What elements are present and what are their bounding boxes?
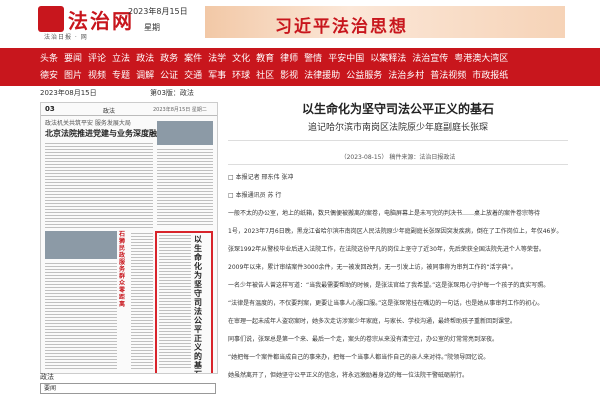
nav-item[interactable]: 普法视频 [430,68,466,81]
site-header: 法治网 法治日报 · 网 2023年8月15日 星期 习近平法治思想 [0,0,600,48]
nav-item[interactable]: 律师 [280,51,298,64]
page-number: 03 [45,105,55,113]
text-column[interactable] [157,149,213,227]
date-bar: 2023年08月15日 第03版：政法 [40,88,560,98]
article-paragraph: “法律是有温度的，不仅要判案，更要让当事人心服口服。”这是张琛常挂在嘴边的一句话… [228,300,544,307]
banner[interactable]: 习近平法治思想 [205,6,565,38]
banner-text: 习近平法治思想 [275,17,408,37]
nav-item[interactable]: 社区 [256,68,274,81]
article-subtitle: 追记哈尔滨市南岗区法院原少年庭副庭长张琛 [307,123,488,133]
nav-item[interactable]: 环球 [232,68,250,81]
nav-item[interactable]: 平安中国 [328,51,364,64]
article-paragraph: 2009年以来，累计审结案件3000余件，无一被发回改判，无一引发上访，被同事称… [228,264,517,271]
page-section-title: 政法 [103,108,116,115]
nav-item[interactable]: 德安 [40,68,58,81]
article-paragraph: “她把每一个案件都当成自己的事来办，把每一个当事人都当作自己的亲人来对待。”院领… [228,354,490,361]
main-nav: 头条 要闻 评论 立法 政法 政务 案件 法学 文化 教育 律师 警情 平安中国 以案释法 法治宣传 粤港澳大… [0,48,600,86]
page-date: 2023年8月15日 星期二 [153,107,207,113]
news-photo[interactable] [157,121,213,145]
divider [228,164,568,165]
text-column[interactable] [45,263,117,369]
nav-row-2: 德安 图片 视频 专题 调解 公证 交通 军事 环球 社区 影视 法律援助 公益服务 法治乡村 普法视频 市政… [40,68,580,81]
text-column[interactable] [131,233,153,369]
nav-item[interactable]: 评论 [88,51,106,64]
nav-item[interactable]: 公证 [160,68,178,81]
logo-icon[interactable] [38,6,64,32]
nav-item[interactable]: 教育 [256,51,274,64]
nav-item[interactable]: 调解 [136,68,154,81]
article-title: 以生命化为坚守司法公平正义的基石 [301,102,494,116]
header-weekday: 星期 [144,23,160,32]
nav-item[interactable]: 市政报纸 [472,68,508,81]
article-paragraph: 张琛1992年从警校毕业后进入法院工作，在法院这份平凡的岗位上坚守了近30年，先… [228,246,545,253]
article-paragraph: 在审理一起未成年人盗窃案时，她多次走访涉案少年家庭，与家长、学校沟通，最终帮助孩… [228,318,517,325]
section-label: 政法 [40,373,54,381]
article-meta: （2023-08-15） 稿件来源：法治日报政法 [340,154,456,161]
nav-item[interactable]: 法律援助 [304,68,340,81]
nav-item[interactable]: 专题 [112,68,130,81]
nav-item[interactable]: 影视 [280,68,298,81]
text-column[interactable] [45,143,153,228]
nav-item[interactable]: 头条 [40,51,58,64]
nav-item[interactable]: 立法 [112,51,130,64]
nav-item[interactable]: 交通 [184,68,202,81]
vertical-headline[interactable]: 石狮民政服务群众零距离 [119,231,129,308]
paper-headline-main[interactable]: 北京法院推进党建与业务深度融合 [45,128,165,139]
nav-item[interactable]: 文化 [232,51,250,64]
article-paragraph: 一名少年被告人曾这样写道：“当我最需要帮助的时候，是张法官给了我希望。”这是张琛… [228,282,550,289]
divider [228,140,568,141]
nav-item[interactable]: 政法 [136,51,154,64]
page-label: 第03版：政法 [150,89,194,97]
header-date: 2023年8月15日 [128,7,188,16]
nav-item[interactable]: 图片 [64,68,82,81]
selected-article-highlight[interactable] [155,231,213,373]
nav-item[interactable]: 以案释法 [370,51,406,64]
site-logo[interactable]: 法治网 [68,5,134,34]
nav-item[interactable]: 公益服务 [346,68,382,81]
article-paragraph: □ 本报通讯员 苏 行 [228,192,282,199]
section-select[interactable]: 要闻 [40,383,216,394]
news-photo[interactable] [45,231,117,259]
nav-item[interactable]: 法治宣传 [412,51,448,64]
article-paragraph: 同事们说，张琛总是第一个来、最后一个走，案头的卷宗从来没有清空过，办公室的灯常常… [228,336,499,343]
paper-headline-small[interactable]: 政法机关共筑平安 服务发展大局 [45,118,131,127]
nav-item[interactable]: 粤港澳大湾区 [454,51,508,64]
newspaper-page-thumbnail[interactable]: 03 政法 2023年8月15日 星期二 政法机关共筑平安 服务发展大局 北京法… [40,102,218,374]
nav-item[interactable]: 警情 [304,51,322,64]
nav-item[interactable]: 法治乡村 [388,68,424,81]
nav-row-1: 头条 要闻 评论 立法 政法 政务 案件 法学 文化 教育 律师 警情 平安中国 以案释法 法治宣传 粤港澳大… [40,51,580,64]
nav-item[interactable]: 要闻 [64,51,82,64]
nav-item[interactable]: 案件 [184,51,202,64]
article-paragraph: 一般不太的办公室，地上的纸箱，数只偶便被搬离的案卷，电脑屏幕上是未写完的判决书…… [228,210,541,217]
article-paragraph: □ 本报记者 邢东伟 张冲 [228,174,294,181]
article-paragraph: 她虽然离开了，但她坚守公平正义的信念，将永远激励着身边的每一位法院干警砥砺前行。 [228,372,469,379]
issue-date: 2023年08月15日 [40,89,97,97]
nav-item[interactable]: 法学 [208,51,226,64]
article-paragraph: 1号，2023年7月6日晚，黑龙江省哈尔滨市南岗区人民法院原少年庭副庭长张琛因突… [228,228,563,235]
nav-item[interactable]: 军事 [208,68,226,81]
nav-item[interactable]: 视频 [88,68,106,81]
site-logo-subtitle: 法治日报 · 网 [44,34,88,41]
paper-masthead: 03 政法 2023年8月15日 星期二 [41,103,217,116]
nav-item[interactable]: 政务 [160,51,178,64]
